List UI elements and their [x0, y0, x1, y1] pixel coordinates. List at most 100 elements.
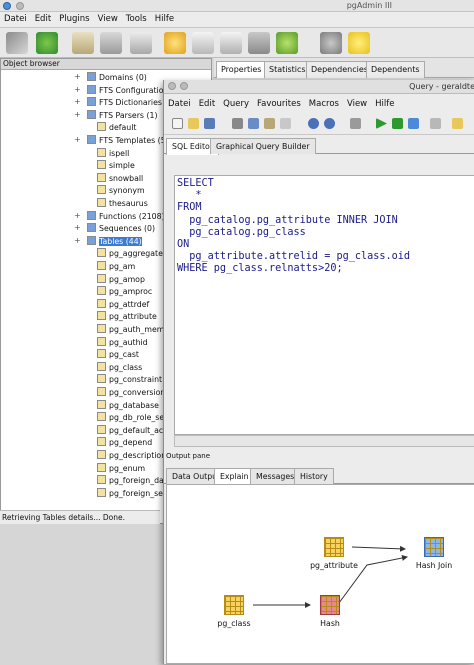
cut-icon[interactable]	[232, 118, 243, 129]
table-icon	[97, 248, 106, 258]
menu-plugins[interactable]: Plugins	[55, 12, 93, 26]
menu-edit[interactable]: Edit	[31, 12, 55, 26]
tree-item-label: pg_attribute	[109, 312, 157, 322]
refresh-icon[interactable]	[36, 32, 58, 54]
tree-leaf-item[interactable]: pg_description	[97, 450, 166, 463]
tab-dependencies[interactable]: Dependencies	[306, 61, 373, 78]
connect-icon[interactable]	[6, 32, 28, 54]
tree-leaf-item[interactable]: simple	[97, 160, 135, 173]
folder-icon	[87, 235, 96, 245]
tree-leaf-item[interactable]: pg_attribute	[97, 311, 157, 324]
tree-leaf-item[interactable]: pg_cast	[97, 349, 139, 362]
plugins-icon[interactable]	[276, 32, 298, 54]
tree-group-item[interactable]: + FTS Parsers (1)	[74, 109, 158, 123]
qmenu-view[interactable]: View	[343, 97, 371, 111]
create-object-icon[interactable]	[100, 32, 122, 54]
tab-explain[interactable]: Explain	[214, 468, 255, 485]
tree-group-item[interactable]: + Functions (2108)	[74, 210, 165, 224]
tree-leaf-item[interactable]: pg_conversion	[97, 387, 165, 400]
find-icon[interactable]	[350, 118, 361, 129]
close-icon[interactable]	[168, 82, 176, 90]
tree-group-item[interactable]: + Tables (44)	[74, 235, 142, 249]
menu-hilfe[interactable]: Hilfe	[151, 12, 178, 26]
view-data-icon[interactable]	[192, 32, 214, 54]
expand-toggle-icon[interactable]: +	[74, 97, 81, 106]
cancel-query-icon[interactable]	[430, 118, 441, 129]
tab-history[interactable]: History	[294, 468, 334, 484]
undo-icon[interactable]	[308, 118, 319, 129]
tab-messages[interactable]: Messages	[250, 468, 301, 484]
tree-leaf-item[interactable]: pg_default_acl	[97, 424, 165, 438]
qmenu-datei[interactable]: Datei	[164, 97, 195, 111]
new-file-icon[interactable]	[172, 118, 183, 129]
guru-hint-icon[interactable]	[320, 32, 342, 54]
tree-leaf-item[interactable]: pg_depend	[97, 437, 152, 450]
execute-icon[interactable]	[376, 118, 387, 129]
maintenance-icon[interactable]	[248, 32, 270, 54]
expand-toggle-icon[interactable]: +	[74, 72, 81, 81]
tree-leaf-item[interactable]: pg_authid	[97, 336, 148, 350]
help-icon[interactable]	[348, 32, 370, 54]
clear-icon[interactable]	[280, 118, 291, 129]
filtered-data-icon[interactable]	[220, 32, 242, 54]
open-file-icon[interactable]	[188, 118, 199, 129]
delete-icon[interactable]	[130, 32, 152, 54]
minimize-icon[interactable]	[180, 82, 188, 90]
properties-icon[interactable]	[72, 32, 94, 54]
tree-leaf-item[interactable]: pg_aggregate	[97, 248, 163, 261]
explain-node-pg-class[interactable]: pg_class	[209, 595, 259, 628]
tree-leaf-item[interactable]: pg_amproc	[97, 286, 152, 299]
tree-leaf-item[interactable]: thesaurus	[97, 198, 148, 211]
qmenu-favourites[interactable]: Favourites	[253, 97, 305, 111]
tree-leaf-item[interactable]: pg_amop	[97, 273, 145, 287]
redo-icon[interactable]	[324, 118, 335, 129]
tree-leaf-item[interactable]: pg_class	[97, 361, 142, 375]
tab-properties[interactable]: Properties	[216, 61, 267, 78]
sql-editor[interactable]: SELECT * FROM pg_catalog.pg_attribute IN…	[174, 175, 474, 435]
sql-query-icon[interactable]	[164, 32, 186, 54]
menu-view[interactable]: View	[94, 12, 122, 26]
tree-group-item[interactable]: + FTS Templates (5)	[74, 135, 169, 148]
qmenu-edit[interactable]: Edit	[195, 97, 219, 111]
expand-toggle-icon[interactable]: +	[74, 135, 81, 144]
tree-leaf-item[interactable]: ispell	[97, 147, 129, 161]
explain-node-pg-attribute[interactable]: pg_attribute	[304, 537, 364, 570]
tab-statistics[interactable]: Statistics	[264, 61, 311, 78]
expand-toggle-icon[interactable]: +	[74, 211, 81, 220]
tree-group-item[interactable]: + Sequences (0)	[74, 223, 155, 236]
tree-item-label: pg_enum	[109, 463, 146, 473]
tree-leaf-item[interactable]: pg_am	[97, 261, 135, 274]
tree-leaf-item[interactable]: pg_enum	[97, 462, 146, 476]
expand-toggle-icon[interactable]: +	[74, 236, 81, 245]
tree-leaf-item[interactable]: synonym	[97, 185, 145, 198]
qmenu-hilfe[interactable]: Hilfe	[371, 97, 398, 111]
tree-group-item[interactable]: + Domains (0)	[74, 72, 147, 85]
tree-leaf-item[interactable]: default	[97, 122, 136, 135]
expand-toggle-icon[interactable]: +	[74, 223, 81, 232]
explain-icon[interactable]	[408, 118, 419, 129]
menu-datei[interactable]: Datei	[0, 12, 31, 26]
query-window-title: Query - geraldte	[409, 82, 474, 91]
window-control-icon[interactable]	[16, 2, 24, 10]
expand-toggle-icon[interactable]: +	[74, 110, 81, 119]
tree-leaf-item[interactable]: pg_constraint	[97, 374, 162, 387]
save-file-icon[interactable]	[204, 118, 215, 129]
tree-leaf-item[interactable]: pg_database	[97, 399, 159, 413]
paste-icon[interactable]	[264, 118, 275, 129]
execute-to-file-icon[interactable]	[392, 118, 403, 129]
help-icon-query[interactable]	[452, 118, 463, 129]
explain-node-hash-join[interactable]: Hash Join	[404, 537, 464, 570]
copy-icon[interactable]	[248, 118, 259, 129]
expand-toggle-icon[interactable]: +	[74, 85, 81, 94]
tab-graphical-query-builder[interactable]: Graphical Query Builder	[210, 138, 316, 154]
explain-node-hash[interactable]: Hash	[305, 595, 355, 628]
tree-leaf-item[interactable]: snowball	[97, 172, 143, 186]
tab-dependents[interactable]: Dependents	[366, 61, 425, 78]
horizontal-scrollbar[interactable]	[174, 435, 474, 447]
qmenu-macros[interactable]: Macros	[305, 97, 343, 111]
qmenu-query[interactable]: Query	[219, 97, 253, 111]
table-icon	[97, 387, 106, 396]
tree-leaf-item[interactable]: pg_attrdef	[97, 298, 149, 312]
table-icon	[97, 122, 106, 132]
menu-tools[interactable]: Tools	[122, 12, 151, 26]
